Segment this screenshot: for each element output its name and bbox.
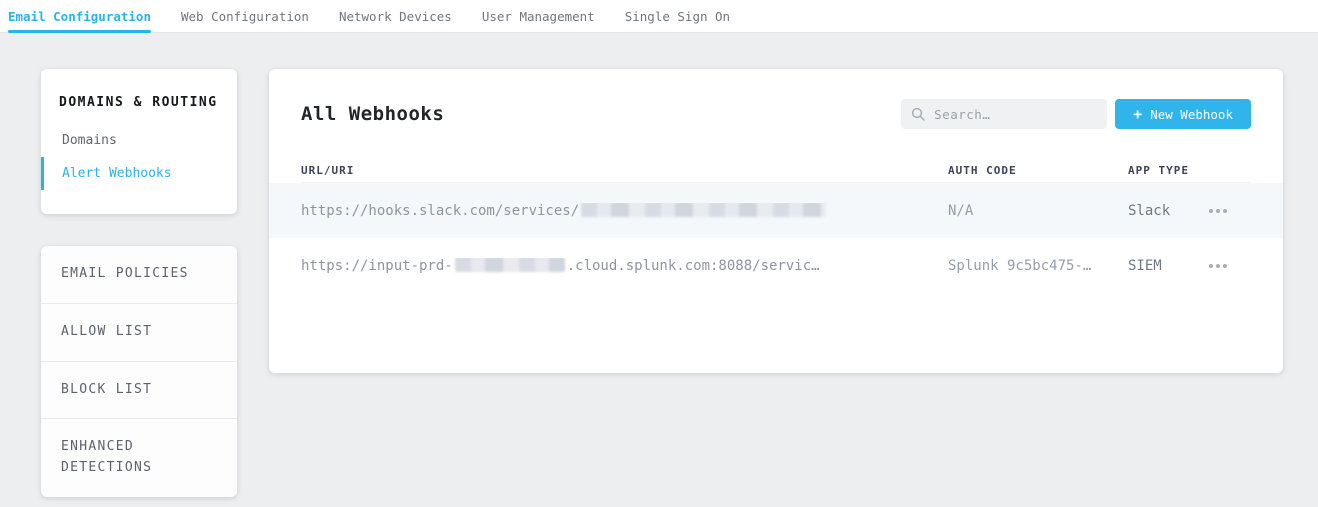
magnifier-icon xyxy=(911,107,925,121)
domains-routing-card: DOMAINS & ROUTING DomainsAlert Webhooks xyxy=(41,69,237,214)
page-content: DOMAINS & ROUTING DomainsAlert Webhooks … xyxy=(0,33,1318,497)
tab-network-devices[interactable]: Network Devices xyxy=(339,0,452,32)
row-actions xyxy=(1207,203,1251,219)
webhooks-table: URL/URI AUTH CODE APP TYPE https://hooks… xyxy=(301,159,1251,293)
tab-single-sign-on[interactable]: Single Sign On xyxy=(625,0,730,32)
sidebar-section-block-list[interactable]: BLOCK LIST xyxy=(41,361,237,419)
search-box[interactable] xyxy=(901,99,1107,129)
app-type: Slack xyxy=(1128,203,1207,219)
search-input[interactable] xyxy=(934,107,1097,122)
webhook-url: https://hooks.slack.com/services/ xyxy=(301,203,948,219)
page-title: All Webhooks xyxy=(301,103,444,125)
tab-email-configuration[interactable]: Email Configuration xyxy=(8,0,151,32)
redacted-blur xyxy=(455,258,565,273)
new-webhook-label: New Webhook xyxy=(1150,107,1233,122)
column-header-auth-code: AUTH CODE xyxy=(948,164,1128,177)
redacted-blur xyxy=(581,203,826,218)
sidebar-section-allow-list[interactable]: ALLOW LIST xyxy=(41,303,237,361)
ellipsis-icon[interactable] xyxy=(1207,258,1229,274)
column-header-app-type: APP TYPE xyxy=(1128,164,1207,177)
sidebar-sections-card: EMAIL POLICIESALLOW LISTBLOCK LISTENHANC… xyxy=(41,246,237,497)
webhook-url: https://input-prd- .cloud.splunk.com:8088… xyxy=(301,258,948,274)
sidebar: DOMAINS & ROUTING DomainsAlert Webhooks … xyxy=(41,69,237,497)
table-row[interactable]: https://hooks.slack.com/services/N/ASlac… xyxy=(269,183,1283,238)
webhooks-panel: All Webhooks + New Webhook URL/URI AUTH … xyxy=(269,69,1283,373)
table-body: https://hooks.slack.com/services/N/ASlac… xyxy=(301,183,1251,293)
auth-code: N/A xyxy=(948,203,1128,219)
url-text: https://hooks.slack.com/services/ xyxy=(301,203,579,219)
sidebar-section-enhanced-detections[interactable]: ENHANCED DETECTIONS xyxy=(41,418,237,497)
tab-bar: Email Configuration Web Configuration Netw… xyxy=(0,0,1318,33)
domains-routing-title: DOMAINS & ROUTING xyxy=(41,95,237,110)
plus-icon: + xyxy=(1133,107,1142,122)
sidebar-section-email-policies[interactable]: EMAIL POLICIES xyxy=(41,246,237,303)
auth-code: Splunk 9c5bc475-… xyxy=(948,258,1128,274)
sidebar-item-domains[interactable]: Domains xyxy=(41,124,237,157)
row-actions xyxy=(1207,258,1251,274)
new-webhook-button[interactable]: + New Webhook xyxy=(1115,99,1251,129)
url-text: .cloud.splunk.com:8088/servic… xyxy=(567,258,820,274)
webhooks-header: All Webhooks + New Webhook xyxy=(301,97,1251,131)
tab-user-management[interactable]: User Management xyxy=(482,0,595,32)
sidebar-item-alert-webhooks[interactable]: Alert Webhooks xyxy=(41,157,237,190)
table-row[interactable]: https://input-prd- .cloud.splunk.com:8088… xyxy=(301,238,1251,293)
domains-routing-nav: DomainsAlert Webhooks xyxy=(41,124,237,190)
tab-web-configuration[interactable]: Web Configuration xyxy=(181,0,309,32)
ellipsis-icon[interactable] xyxy=(1207,203,1229,219)
app-type: SIEM xyxy=(1128,258,1207,274)
table-header-row: URL/URI AUTH CODE APP TYPE xyxy=(301,159,1251,183)
url-text: https://input-prd- xyxy=(301,258,453,274)
column-header-url: URL/URI xyxy=(301,164,948,177)
